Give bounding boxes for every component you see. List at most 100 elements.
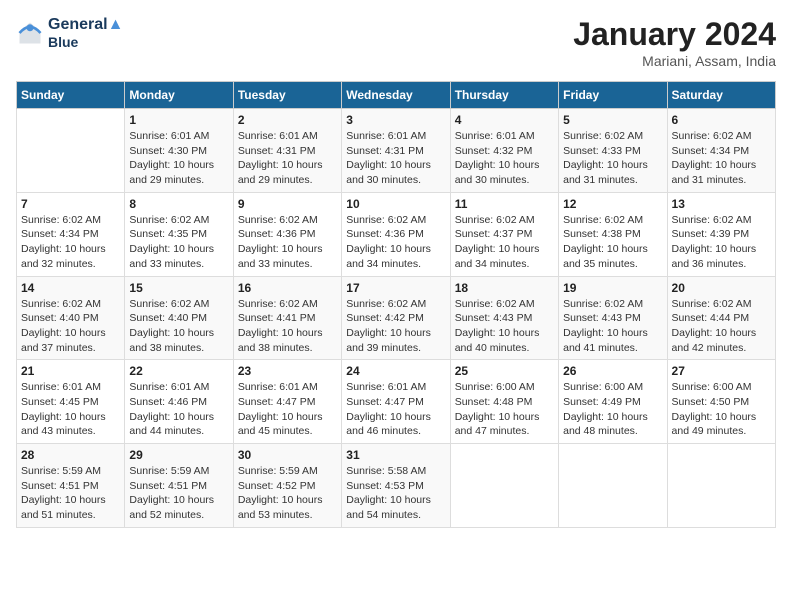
day-number: 25 (455, 364, 554, 378)
calendar-cell: 10 Sunrise: 6:02 AM Sunset: 4:36 PM Dayli… (342, 192, 450, 276)
calendar-week-4: 21 Sunrise: 6:01 AM Sunset: 4:45 PM Dayli… (17, 360, 776, 444)
day-number: 31 (346, 448, 445, 462)
calendar-cell: 29 Sunrise: 5:59 AM Sunset: 4:51 PM Dayli… (125, 444, 233, 528)
day-number: 7 (21, 197, 120, 211)
calendar-cell: 24Sunrise: 6:01 AM Sunset: 4:47 PM Dayli… (342, 360, 450, 444)
day-info: Sunrise: 6:02 AM Sunset: 4:38 PM Dayligh… (563, 213, 662, 272)
day-info: Sunrise: 6:00 AM Sunset: 4:49 PM Dayligh… (563, 380, 662, 439)
day-info: Sunrise: 6:02 AM Sunset: 4:34 PM Dayligh… (672, 129, 771, 188)
day-info: Sunrise: 6:01 AM Sunset: 4:30 PM Dayligh… (129, 129, 228, 188)
day-info: Sunrise: 6:02 AM Sunset: 4:41 PM Dayligh… (238, 297, 337, 356)
header-day-saturday: Saturday (667, 82, 775, 109)
calendar-cell: 18Sunrise: 6:02 AM Sunset: 4:43 PM Dayli… (450, 276, 558, 360)
calendar-cell: 19Sunrise: 6:02 AM Sunset: 4:43 PM Dayli… (559, 276, 667, 360)
day-info: Sunrise: 6:02 AM Sunset: 4:34 PM Dayligh… (21, 213, 120, 272)
header-day-monday: Monday (125, 82, 233, 109)
day-info: Sunrise: 5:58 AM Sunset: 4:53 PM Dayligh… (346, 464, 445, 523)
calendar-cell: 7 Sunrise: 6:02 AM Sunset: 4:34 PM Daylig… (17, 192, 125, 276)
day-info: Sunrise: 6:02 AM Sunset: 4:44 PM Dayligh… (672, 297, 771, 356)
header-day-thursday: Thursday (450, 82, 558, 109)
calendar-cell: 4Sunrise: 6:01 AM Sunset: 4:32 PM Daylig… (450, 109, 558, 193)
day-number: 13 (672, 197, 771, 211)
day-number: 11 (455, 197, 554, 211)
day-number: 2 (238, 113, 337, 127)
day-number: 30 (238, 448, 337, 462)
day-number: 26 (563, 364, 662, 378)
calendar-week-2: 7 Sunrise: 6:02 AM Sunset: 4:34 PM Daylig… (17, 192, 776, 276)
calendar-cell: 31 Sunrise: 5:58 AM Sunset: 4:53 PM Dayli… (342, 444, 450, 528)
day-number: 18 (455, 281, 554, 295)
day-info: Sunrise: 6:02 AM Sunset: 4:40 PM Dayligh… (21, 297, 120, 356)
day-number: 28 (21, 448, 120, 462)
calendar-cell: 16Sunrise: 6:02 AM Sunset: 4:41 PM Dayli… (233, 276, 341, 360)
day-info: Sunrise: 5:59 AM Sunset: 4:52 PM Dayligh… (238, 464, 337, 523)
day-number: 14 (21, 281, 120, 295)
calendar-table: SundayMondayTuesdayWednesdayThursdayFrid… (16, 81, 776, 528)
header-day-wednesday: Wednesday (342, 82, 450, 109)
calendar-cell: 14 Sunrise: 6:02 AM Sunset: 4:40 PM Dayli… (17, 276, 125, 360)
day-number: 17 (346, 281, 445, 295)
day-info: Sunrise: 6:00 AM Sunset: 4:48 PM Dayligh… (455, 380, 554, 439)
calendar-cell: 22 Sunrise: 6:01 AM Sunset: 4:46 PM Dayli… (125, 360, 233, 444)
day-info: Sunrise: 6:02 AM Sunset: 4:43 PM Dayligh… (563, 297, 662, 356)
day-info: Sunrise: 6:01 AM Sunset: 4:45 PM Dayligh… (21, 380, 120, 439)
day-info: Sunrise: 5:59 AM Sunset: 4:51 PM Dayligh… (21, 464, 120, 523)
calendar-week-5: 28 Sunrise: 5:59 AM Sunset: 4:51 PM Dayli… (17, 444, 776, 528)
calendar-cell: 23 Sunrise: 6:01 AM Sunset: 4:47 PM Dayli… (233, 360, 341, 444)
day-number: 10 (346, 197, 445, 211)
calendar-week-3: 14 Sunrise: 6:02 AM Sunset: 4:40 PM Dayli… (17, 276, 776, 360)
calendar-cell: 11Sunrise: 6:02 AM Sunset: 4:37 PM Dayli… (450, 192, 558, 276)
day-info: Sunrise: 6:02 AM Sunset: 4:36 PM Dayligh… (238, 213, 337, 272)
day-number: 24 (346, 364, 445, 378)
page-subtitle: Mariani, Assam, India (573, 53, 776, 69)
day-info: Sunrise: 6:02 AM Sunset: 4:36 PM Dayligh… (346, 213, 445, 272)
logo: General▲ Blue (16, 16, 123, 50)
day-info: Sunrise: 6:01 AM Sunset: 4:46 PM Dayligh… (129, 380, 228, 439)
day-info: Sunrise: 6:02 AM Sunset: 4:33 PM Dayligh… (563, 129, 662, 188)
calendar-cell: 3 Sunrise: 6:01 AM Sunset: 4:31 PM Daylig… (342, 109, 450, 193)
calendar-week-1: 1 Sunrise: 6:01 AM Sunset: 4:30 PM Daylig… (17, 109, 776, 193)
header-day-friday: Friday (559, 82, 667, 109)
calendar-cell: 13 Sunrise: 6:02 AM Sunset: 4:39 PM Dayli… (667, 192, 775, 276)
calendar-cell: 6 Sunrise: 6:02 AM Sunset: 4:34 PM Daylig… (667, 109, 775, 193)
calendar-cell (17, 109, 125, 193)
day-number: 6 (672, 113, 771, 127)
day-info: Sunrise: 6:01 AM Sunset: 4:31 PM Dayligh… (238, 129, 337, 188)
day-info: Sunrise: 6:01 AM Sunset: 4:32 PM Dayligh… (455, 129, 554, 188)
day-info: Sunrise: 6:00 AM Sunset: 4:50 PM Dayligh… (672, 380, 771, 439)
day-number: 3 (346, 113, 445, 127)
day-info: Sunrise: 6:02 AM Sunset: 4:40 PM Dayligh… (129, 297, 228, 356)
day-number: 12 (563, 197, 662, 211)
day-number: 23 (238, 364, 337, 378)
calendar-cell: 20 Sunrise: 6:02 AM Sunset: 4:44 PM Dayli… (667, 276, 775, 360)
calendar-cell: 28 Sunrise: 5:59 AM Sunset: 4:51 PM Dayli… (17, 444, 125, 528)
calendar-cell: 17 Sunrise: 6:02 AM Sunset: 4:42 PM Dayli… (342, 276, 450, 360)
day-number: 27 (672, 364, 771, 378)
calendar-cell (667, 444, 775, 528)
title-block: January 2024 Mariani, Assam, India (573, 16, 776, 69)
day-number: 20 (672, 281, 771, 295)
day-number: 22 (129, 364, 228, 378)
calendar-cell: 21 Sunrise: 6:01 AM Sunset: 4:45 PM Dayli… (17, 360, 125, 444)
calendar-cell: 27 Sunrise: 6:00 AM Sunset: 4:50 PM Dayli… (667, 360, 775, 444)
day-number: 21 (21, 364, 120, 378)
day-info: Sunrise: 5:59 AM Sunset: 4:51 PM Dayligh… (129, 464, 228, 523)
day-info: Sunrise: 6:01 AM Sunset: 4:47 PM Dayligh… (238, 380, 337, 439)
day-info: Sunrise: 6:02 AM Sunset: 4:42 PM Dayligh… (346, 297, 445, 356)
page-header: General▲ Blue January 2024 Mariani, Assa… (16, 16, 776, 69)
header-day-sunday: Sunday (17, 82, 125, 109)
page-title: January 2024 (573, 16, 776, 53)
calendar-cell (450, 444, 558, 528)
calendar-cell: 8Sunrise: 6:02 AM Sunset: 4:35 PM Daylig… (125, 192, 233, 276)
day-number: 9 (238, 197, 337, 211)
calendar-cell: 9 Sunrise: 6:02 AM Sunset: 4:36 PM Daylig… (233, 192, 341, 276)
logo-text: General▲ Blue (48, 16, 123, 50)
day-number: 29 (129, 448, 228, 462)
day-info: Sunrise: 6:01 AM Sunset: 4:31 PM Dayligh… (346, 129, 445, 188)
logo-icon (16, 19, 44, 47)
calendar-cell (559, 444, 667, 528)
day-number: 15 (129, 281, 228, 295)
day-number: 1 (129, 113, 228, 127)
calendar-cell: 30 Sunrise: 5:59 AM Sunset: 4:52 PM Dayli… (233, 444, 341, 528)
day-info: Sunrise: 6:02 AM Sunset: 4:39 PM Dayligh… (672, 213, 771, 272)
